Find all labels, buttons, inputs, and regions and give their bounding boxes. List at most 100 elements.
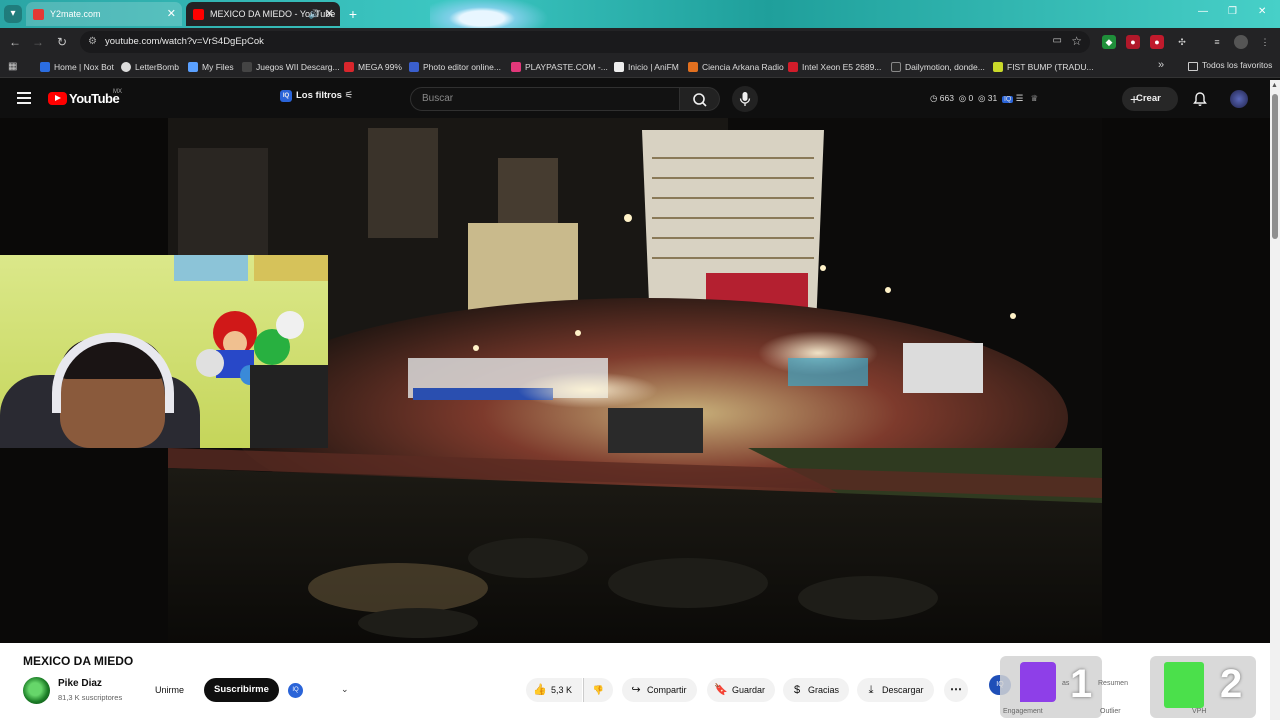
wall-poster [174, 255, 248, 281]
new-tab-button[interactable]: + [344, 5, 362, 23]
guide-menu-icon[interactable] [17, 92, 31, 104]
search-icon [693, 93, 707, 107]
bookmark-item[interactable]: Juegos WII Descarg... [242, 60, 340, 74]
share-arrow-icon: ↪ [631, 684, 641, 696]
site-info-icon[interactable]: ⚙ [88, 36, 97, 47]
all-bookmarks-folder[interactable]: Todos los favoritos [1188, 60, 1272, 71]
extension-stats: ◷ 663 ◎ 0 ◎ 31 IQ ☰ ♕ [930, 93, 1039, 103]
back-icon[interactable]: ← [7, 34, 23, 50]
bookmark-item[interactable]: MEGA 99% [344, 60, 402, 74]
clock-icon: ◷ [930, 93, 938, 103]
youtube-logo-icon[interactable] [48, 92, 67, 105]
scroll-up-icon[interactable]: ▲ [1271, 82, 1278, 89]
bookmark-favicon-icon [40, 62, 50, 72]
channel-avatar[interactable] [23, 677, 50, 704]
browser-tab-strip: ▾ Y2mate.com ✕ MEXICO DA MIEDO - YouTube… [0, 0, 1280, 28]
install-app-icon[interactable]: ▭ [1053, 35, 1062, 46]
youtube-wordmark[interactable]: YouTube [69, 91, 120, 106]
iq-extension-icon: IQ [280, 90, 292, 102]
close-tab-icon[interactable]: ✕ [167, 2, 176, 26]
summary-label: Resumen [1098, 680, 1128, 687]
bookmark-item[interactable]: Inicio | AniFM [614, 60, 679, 74]
extension-badge-icon[interactable]: ● [1150, 35, 1164, 49]
audio-playing-icon[interactable]: 🔊 [309, 2, 320, 26]
minimize-icon[interactable]: — [1198, 6, 1208, 17]
search-button[interactable] [680, 87, 720, 111]
profile-avatar[interactable] [1234, 35, 1248, 49]
browser-menu-icon[interactable]: ⋮ [1258, 35, 1272, 49]
voice-search-button[interactable] [732, 86, 758, 112]
bookmark-favicon-icon [121, 62, 131, 72]
y2mate-favicon-icon [33, 9, 44, 20]
reload-icon[interactable]: ↻ [54, 34, 70, 50]
bookmark-item[interactable]: Photo editor online... [409, 60, 501, 74]
iq-extension-icon[interactable]: IQ [1001, 96, 1014, 103]
chevron-down-icon[interactable]: ⌄ [341, 684, 349, 695]
filters-button[interactable]: IQ Los filtros ⚟ [280, 90, 353, 102]
extension-green-icon[interactable]: ◆ [1102, 35, 1116, 49]
bookmarks-bar: ▦ Home | Nox Bot LetterBomb My Files Jue… [0, 56, 1280, 78]
video-player[interactable] [0, 118, 1270, 643]
apps-grid-icon[interactable]: ▦ [8, 61, 17, 72]
notifications-bell-icon[interactable] [1192, 91, 1208, 107]
subscribe-button[interactable]: Suscribirme [204, 678, 279, 702]
more-bookmarks-icon[interactable]: » [1158, 59, 1164, 71]
folder-icon [1188, 62, 1198, 71]
iq-extension-icon[interactable]: IQ [288, 683, 303, 698]
scroll-thumb[interactable] [1272, 94, 1278, 239]
forward-icon[interactable]: → [30, 34, 46, 50]
join-button[interactable]: Unirme [145, 678, 194, 702]
tab-y2mate[interactable]: Y2mate.com ✕ [26, 2, 182, 26]
bookmark-favicon-icon [614, 62, 624, 72]
account-avatar[interactable] [1230, 90, 1248, 108]
create-button[interactable]: + Crear [1122, 87, 1178, 111]
bookmark-star-icon[interactable]: ☆ [1071, 34, 1082, 48]
url-text: youtube.com/watch?v=VrS4DgEpCok [105, 36, 264, 47]
bookmark-item[interactable]: Ciencia Arkana Radio [688, 60, 784, 74]
tags-label: as [1062, 680, 1070, 687]
twitch-logo-icon [1020, 662, 1056, 702]
theme-artwork [430, 0, 560, 28]
bookmark-item[interactable]: Home | Nox Bot [40, 60, 114, 74]
bookmark-item[interactable]: LetterBomb [121, 60, 179, 74]
page-scrollbar[interactable]: ▲ [1270, 80, 1280, 720]
tab-search-button[interactable]: ▾ [4, 5, 22, 23]
close-tab-icon[interactable]: ✕ [325, 2, 334, 26]
maximize-icon[interactable]: ❐ [1228, 6, 1237, 17]
share-button[interactable]: ↪ Compartir [622, 678, 697, 702]
bookmark-item[interactable]: PLAYPASTE.COM -... [511, 60, 608, 74]
more-actions-button[interactable]: ⋯ [944, 678, 968, 702]
save-button[interactable]: 🔖 Guardar [707, 678, 776, 702]
eye-icon: ◎ [958, 93, 967, 103]
extension-red-icon[interactable]: ● [1126, 35, 1140, 49]
subscriber-count: 81,3 K suscriptores [58, 693, 123, 702]
engagement-label: Engagement [1003, 708, 1043, 715]
address-bar[interactable]: ⚙ youtube.com/watch?v=VrS4DgEpCok ▭ ☆ [80, 31, 1090, 53]
thanks-button[interactable]: $ Gracias [783, 678, 850, 702]
search-input[interactable]: Buscar [410, 87, 680, 111]
bookmark-item[interactable]: Dailymotion, donde... [891, 60, 985, 74]
thumbs-up-icon: 👍 [533, 684, 547, 696]
download-button[interactable]: ⤓ Descargar [857, 678, 934, 702]
bookmark-item[interactable]: My Files [188, 60, 234, 74]
youtube-header: YouTube MX IQ Los filtros ⚟ Buscar ◷ 663 … [0, 80, 1270, 118]
like-button[interactable]: 👍 5,3 K [526, 678, 583, 702]
extensions-puzzle-icon[interactable]: ✣ [1175, 35, 1189, 49]
vph-label: VPH [1192, 708, 1207, 715]
webcam-overlay [0, 255, 328, 448]
trophy-icon[interactable]: ♕ [1030, 93, 1038, 103]
channel-name[interactable]: Pike Diaz [58, 678, 102, 689]
video-title: MEXICO DA MIEDO [23, 654, 134, 668]
tab-youtube[interactable]: MEXICO DA MIEDO - YouTube 🔊 ✕ [186, 2, 340, 26]
bookmark-favicon-icon [993, 62, 1003, 72]
bookmark-favicon-icon [344, 62, 354, 72]
bookmark-favicon-icon [688, 62, 698, 72]
reading-list-icon[interactable]: ≡ [1210, 35, 1224, 49]
list-icon[interactable]: ☰ [1016, 93, 1024, 103]
window-close-icon[interactable]: ✕ [1258, 6, 1266, 17]
microphone-stand [250, 365, 328, 448]
bookmark-favicon-icon [242, 62, 252, 72]
bookmark-item[interactable]: FIST BUMP (TRADU... [993, 60, 1094, 74]
bookmark-item[interactable]: Intel Xeon E5 2689... [788, 60, 881, 74]
dislike-button[interactable]: 👎 [583, 678, 613, 702]
